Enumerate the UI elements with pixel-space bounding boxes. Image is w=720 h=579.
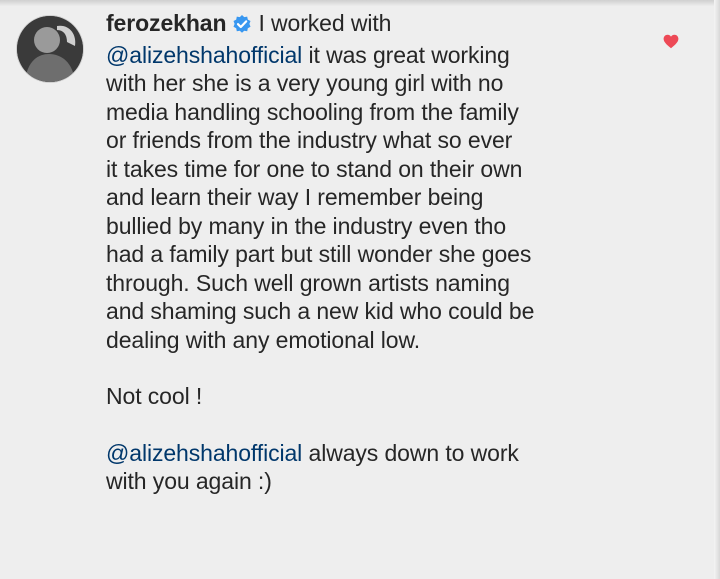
verified-badge-icon [232, 12, 252, 41]
avatar-photo [17, 16, 83, 82]
comment-line: it takes time for one to stand on their … [106, 155, 523, 182]
comment-line: or friends from the industry what so eve… [106, 127, 513, 153]
top-edge [0, 0, 720, 6]
comment-line: @alizehshahofficial always down to work [106, 439, 646, 468]
mention-link[interactable]: @alizehshahofficial [106, 440, 302, 466]
comment-line: media handling schooling from the family [106, 98, 519, 125]
comment-line: bullied by many in the industry even tho [106, 212, 507, 239]
comment-line: with you again :) [106, 468, 272, 494]
right-edge [714, 0, 720, 579]
comment-line: dealing with any emotional low. [106, 326, 420, 353]
comment-line: and learn their way I remember being [106, 184, 484, 210]
comment-line: with her she is a very young girl with n… [106, 70, 504, 96]
comment-line-first: ferozekhan I worked with [106, 9, 646, 41]
heart-icon[interactable] [663, 34, 679, 54]
avatar[interactable] [17, 16, 83, 82]
comment-line: through. Such well grown artists naming [106, 269, 510, 296]
comment-screenshot: ferozekhan I worked with @alizehshahoffic… [0, 0, 720, 579]
comment-line: @alizehshahofficial it was great working [106, 41, 646, 70]
comment-body: ferozekhan I worked with @alizehshahoffic… [106, 9, 646, 496]
comment-line: had a family part but still wonder she g… [106, 241, 532, 267]
comment-closing: Not cool ! [106, 383, 203, 409]
comment-intro: I worked with [258, 10, 392, 36]
comment-text: it was great working [308, 41, 510, 68]
username[interactable]: ferozekhan [106, 10, 227, 36]
comment-text: always down to work [308, 439, 519, 466]
mention-link[interactable]: @alizehshahofficial [106, 42, 302, 68]
comment-line: and shaming such a new kid who could be [106, 298, 535, 324]
